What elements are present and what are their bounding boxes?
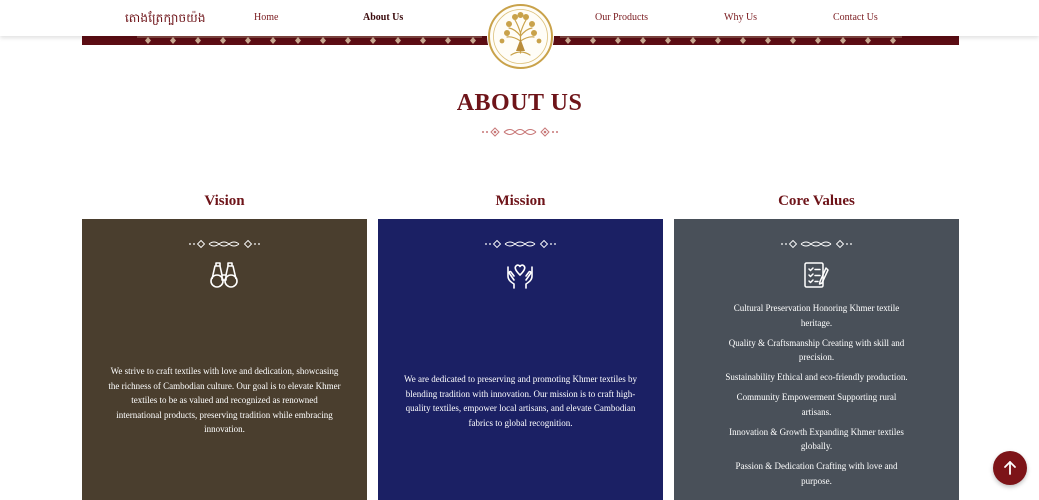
card-ornament-icon <box>189 239 260 249</box>
section-title: ABOUT US <box>456 90 583 116</box>
card-ornament-icon <box>781 239 852 249</box>
core-values-list: Cultural Preservation Honoring Khmer tex… <box>724 301 909 494</box>
mission-heading: Mission <box>495 193 546 209</box>
title-ornament-icon <box>482 127 558 137</box>
core-value-item: Community Empowerment Supporting rural a… <box>736 392 897 417</box>
hands-heart-icon <box>507 264 533 289</box>
mission-card: We are dedicated to preserving and promo… <box>378 219 663 500</box>
core-value-item: Passion & Dedication Crafting with love … <box>735 461 898 486</box>
binoculars-icon <box>210 262 238 288</box>
core-values-heading: Core Values <box>778 193 855 209</box>
mission-text: We are dedicated to preserving and promo… <box>404 374 637 428</box>
vision-heading: Vision <box>204 193 245 209</box>
nav-why-us[interactable]: Why Us <box>724 12 757 23</box>
brand-name[interactable]: តោងត្រែក្បាចយ៉ង <box>125 10 206 28</box>
arrow-up-icon <box>1004 461 1016 475</box>
tree-emblem-icon <box>488 4 553 69</box>
nav-our-products[interactable]: Our Products <box>595 12 648 23</box>
scroll-to-top-button[interactable] <box>993 451 1027 485</box>
nav-home[interactable]: Home <box>254 12 278 23</box>
site-logo[interactable] <box>487 3 554 70</box>
core-value-item: Quality & Craftsmanship Creating with sk… <box>728 337 905 363</box>
checklist-icon <box>804 262 829 288</box>
nav-about-us[interactable]: About Us <box>363 12 403 23</box>
card-ornament-icon <box>485 239 556 249</box>
core-value-item: Cultural Preservation Honoring Khmer tex… <box>733 303 900 328</box>
core-values-card: Cultural Preservation Honoring Khmer tex… <box>674 219 959 500</box>
nav-contact-us[interactable]: Contact Us <box>833 12 878 23</box>
core-value-item: Sustainability Ethical and eco-friendly … <box>725 372 908 382</box>
vision-card: We strive to craft textiles with love an… <box>82 219 367 500</box>
core-value-item: Innovation & Growth Expanding Khmer text… <box>729 426 904 452</box>
vision-text: We strive to craft textiles with love an… <box>108 366 341 434</box>
